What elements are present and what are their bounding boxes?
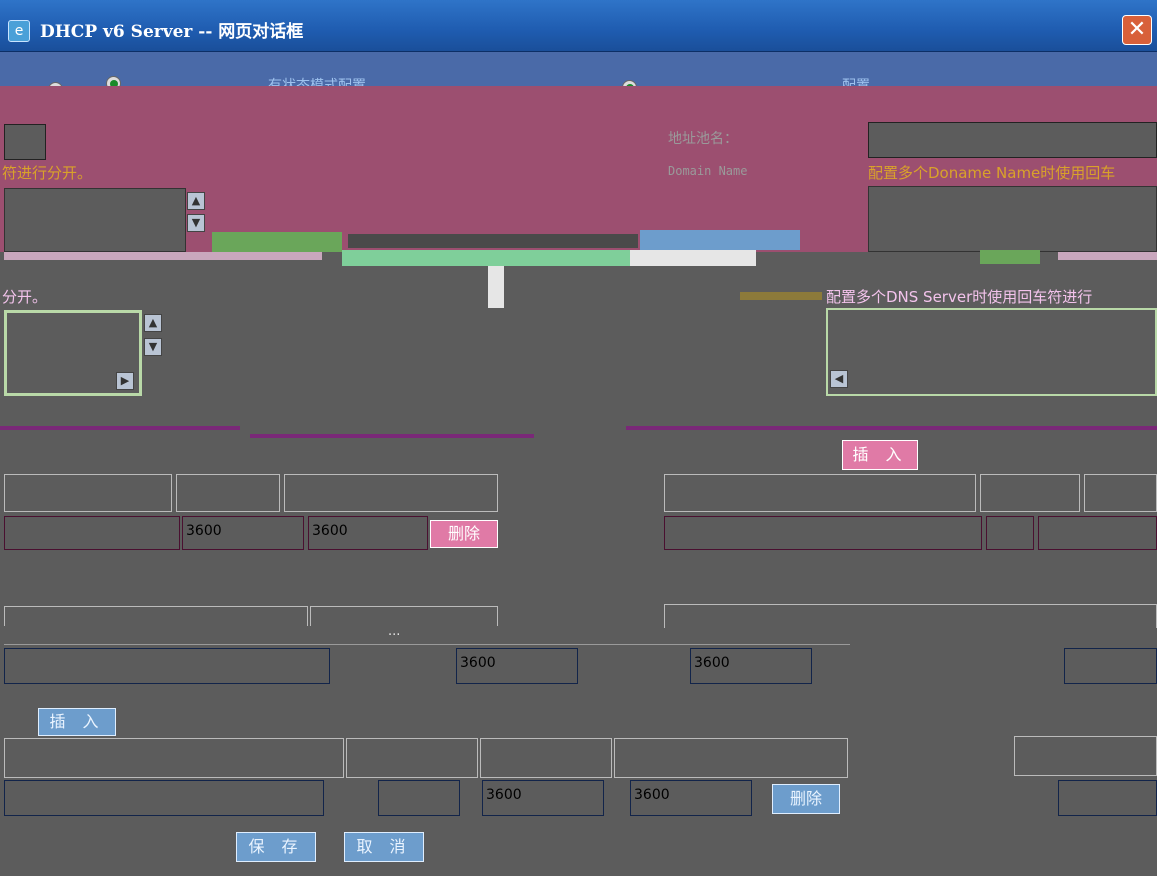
band-pinklight [4, 252, 322, 260]
dns-note: 配置多个DNS Server时使用回车符进行 [826, 286, 1093, 307]
scroll-up-icon[interactable]: ▲ [187, 192, 205, 210]
band-pink-right [1058, 252, 1157, 260]
section-divider-mid [250, 434, 534, 438]
band-green [212, 232, 342, 252]
left-note-2: 分开。 [2, 286, 48, 307]
save-button[interactable]: 保 存 [236, 832, 316, 862]
middle-address-input[interactable] [4, 648, 330, 684]
delete-button-bottom[interactable]: 删除 [772, 784, 840, 814]
insert-button-top[interactable]: 插 入 [842, 440, 918, 470]
row-divider [4, 644, 850, 645]
middle-preferred-input[interactable]: 3600 [690, 648, 812, 684]
scroll-down-icon[interactable]: ▼ [187, 214, 205, 232]
right-length-input[interactable] [986, 516, 1034, 550]
left-textarea-1[interactable] [4, 188, 186, 252]
address-alias-input[interactable] [868, 122, 1157, 158]
table-header-cell [176, 474, 280, 512]
bottom-address-input[interactable] [4, 780, 324, 816]
scroll-down-icon[interactable]: ▼ [144, 338, 162, 356]
right-lifetime-input[interactable] [1038, 516, 1157, 550]
table-header-cell [1084, 474, 1157, 512]
band-blue [640, 230, 800, 250]
bottom-preferred-input[interactable]: 3600 [630, 780, 752, 816]
middle-valid-input[interactable]: 3600 [456, 648, 578, 684]
dns-server-textarea[interactable] [826, 308, 1157, 396]
table-header-cell [664, 474, 976, 512]
scroll-right-icon[interactable]: ▶ [116, 372, 134, 390]
ie-window-icon: e [8, 20, 30, 42]
scroll-up-icon[interactable]: ▲ [144, 314, 162, 332]
prefix-input[interactable] [4, 516, 180, 550]
section-divider-left [0, 426, 240, 430]
bottom-right-input[interactable] [1058, 780, 1157, 816]
domain-note: 配置多个Doname Name时使用回车 [868, 164, 1116, 182]
ellipsis-text: ... [388, 624, 401, 639]
table-header-cell [4, 606, 308, 626]
table-header-cell [284, 474, 498, 512]
pool-name-input-left[interactable] [4, 124, 46, 160]
cancel-button[interactable]: 取 消 [344, 832, 424, 862]
table-header-cell [4, 738, 344, 778]
delete-button-top[interactable]: 删除 [430, 520, 498, 548]
domain-name-textarea[interactable] [868, 186, 1157, 252]
table-header-cell [4, 474, 172, 512]
table-header-cell [480, 738, 612, 778]
insert-button-bottom[interactable]: 插 入 [38, 708, 116, 736]
bottom-valid-input[interactable]: 3600 [482, 780, 604, 816]
table-header-cell [980, 474, 1080, 512]
left-note-1: 符进行分开。 [2, 164, 93, 182]
band-olive [740, 292, 822, 300]
table-header-cell [346, 738, 478, 778]
table-header-cell [1014, 736, 1157, 776]
table-header-cell [664, 604, 1157, 628]
scroll-left-icon[interactable]: ◀ [830, 370, 848, 388]
separator-bar [488, 266, 504, 308]
valid-lifetime-input[interactable]: 3600 [182, 516, 304, 550]
close-button[interactable]: ✕ [1122, 15, 1152, 45]
bottom-length-input[interactable] [378, 780, 460, 816]
band-mint [342, 250, 630, 266]
address-alias-label: 地址池名： [668, 131, 738, 147]
band-white [630, 250, 756, 266]
band-green-right [980, 250, 1040, 264]
band-dark [348, 234, 638, 248]
right-prefix-input[interactable] [664, 516, 982, 550]
preferred-lifetime-input[interactable]: 3600 [308, 516, 428, 550]
section-divider-right [626, 426, 1157, 430]
domain-name-label: Domain Name [668, 164, 748, 178]
table-header-cell [310, 606, 498, 626]
window-title: DHCP v6 Server -- 网页对话框 [40, 22, 304, 42]
table-header-cell [614, 738, 848, 778]
middle-right-input[interactable] [1064, 648, 1157, 684]
